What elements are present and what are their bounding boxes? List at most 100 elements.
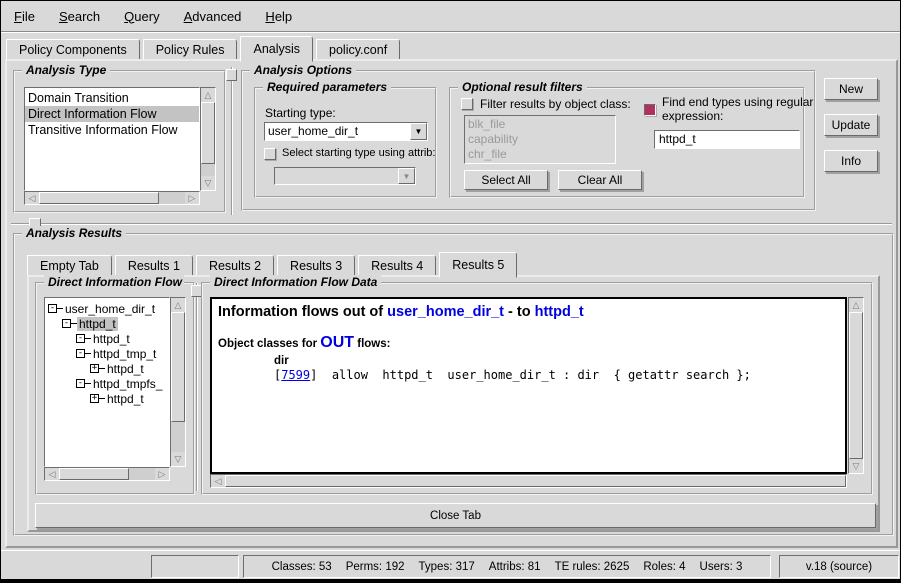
status-stat-classes: Classes: 53: [272, 561, 332, 573]
scroll-down-icon[interactable]: ▽: [849, 459, 863, 473]
flow-data-text[interactable]: Information flows out of user_home_dir_t…: [210, 297, 847, 474]
chevron-down-icon[interactable]: ▼: [410, 123, 427, 140]
pane-sash-horizontal[interactable]: [11, 223, 892, 225]
tab-policy-components[interactable]: Policy Components: [6, 39, 140, 60]
status-bar: Classes: 53Perms: 192Types: 317Attribs: …: [1, 550, 901, 580]
status-stat-te-rules: TE rules: 2625: [555, 561, 630, 573]
menu-query[interactable]: Query: [124, 9, 159, 24]
new-button[interactable]: New: [824, 78, 878, 100]
regex-input[interactable]: httpd_t: [654, 130, 800, 149]
select-all-button[interactable]: Select All: [464, 170, 548, 190]
collapse-icon[interactable]: -: [62, 319, 71, 328]
analysis-type-list[interactable]: Domain TransitionDirect Information Flow…: [24, 87, 200, 191]
collapse-icon[interactable]: -: [76, 334, 85, 343]
attrib-combobox: ▼: [274, 167, 416, 185]
menu-help[interactable]: Help: [265, 9, 292, 24]
collapse-icon[interactable]: -: [48, 304, 57, 313]
collapse-icon[interactable]: -: [76, 349, 85, 358]
pane-sash-vertical[interactable]: [231, 67, 233, 215]
scroll-right-icon[interactable]: ▷: [185, 192, 199, 204]
tree-node-httpd-tmpfs-[interactable]: -httpd_tmpfs_: [45, 376, 169, 391]
filter-by-class-checkbox[interactable]: [461, 98, 473, 110]
optional-result-filters-group: Optional result filters Filter results b…: [449, 87, 805, 198]
analysis-type-hscrollbar[interactable]: ◁ ▷: [24, 191, 200, 205]
attrib-checkbox-label: Select starting type using attrib:: [282, 147, 435, 159]
scroll-left-icon[interactable]: ◁: [211, 475, 225, 487]
results-tab-results-4[interactable]: Results 4: [358, 255, 436, 276]
rule-line: [7599] allow httpd_t user_home_dir_t : d…: [274, 368, 839, 382]
starting-type-label: Starting type:: [265, 106, 336, 120]
tree-node-httpd-t[interactable]: +httpd_t: [45, 391, 169, 406]
analysis-options-title: Analysis Options: [250, 63, 356, 77]
tab-analysis[interactable]: Analysis: [240, 36, 313, 62]
results-sash-vertical[interactable]: [196, 283, 198, 491]
status-stat-roles: Roles: 4: [643, 561, 685, 573]
scroll-up-icon[interactable]: △: [849, 298, 863, 312]
scroll-thumb[interactable]: [171, 312, 185, 422]
scroll-thumb[interactable]: [225, 475, 846, 487]
scroll-up-icon[interactable]: △: [171, 298, 185, 312]
tree-node-label: httpd_tmpfs_: [91, 377, 164, 391]
analysis-type-vscrollbar[interactable]: △ ▽: [200, 87, 216, 191]
results-tab-empty-tab[interactable]: Empty Tab: [27, 255, 112, 276]
rule-number-link[interactable]: 7599: [281, 368, 310, 382]
analysis-results-group: Analysis Results Empty TabResults 1Resul…: [13, 233, 894, 536]
expand-icon[interactable]: +: [90, 364, 99, 373]
tree-hscrollbar[interactable]: ◁ ▷: [44, 467, 170, 481]
flow-tree-title: Direct Information Flow T: [44, 275, 184, 289]
scroll-thumb[interactable]: [39, 192, 159, 204]
flow-tree[interactable]: -user_home_dir_t-httpd_t-httpd_t-httpd_t…: [44, 297, 170, 467]
attrib-checkbox[interactable]: [264, 148, 276, 160]
analysis-type-item-transitive-information-flow[interactable]: Transitive Information Flow: [25, 122, 199, 138]
analysis-type-item-direct-information-flow[interactable]: Direct Information Flow: [25, 106, 199, 122]
scroll-up-icon[interactable]: △: [201, 88, 215, 102]
regex-checkbox[interactable]: [644, 104, 656, 116]
tree-node-httpd-t[interactable]: -httpd_t: [45, 331, 169, 346]
tab-policy-rules[interactable]: Policy Rules: [143, 39, 238, 60]
close-tab-button[interactable]: Close Tab: [35, 503, 876, 528]
menu-search[interactable]: Search: [59, 9, 100, 24]
object-class-list: blk_filecapabilitychr_file: [464, 115, 616, 164]
main-tab-bar: Policy ComponentsPolicy RulesAnalysispol…: [6, 36, 403, 60]
tree-node-httpd-t[interactable]: -httpd_t: [45, 316, 169, 331]
collapse-icon[interactable]: -: [76, 379, 85, 388]
status-stat-attribs: Attribs: 81: [489, 561, 541, 573]
menu-advanced[interactable]: Advanced: [184, 9, 242, 24]
tree-node-httpd-t[interactable]: +httpd_t: [45, 361, 169, 376]
data-vscrollbar[interactable]: △ ▽: [848, 297, 864, 474]
scroll-thumb[interactable]: [201, 102, 215, 164]
regex-checkbox-label: Find end types using regular expression:: [662, 95, 813, 123]
analysis-tab-panel: Analysis Type Domain TransitionDirect In…: [5, 59, 898, 548]
info-button[interactable]: Info: [824, 150, 878, 172]
chevron-down-icon: ▼: [398, 168, 415, 184]
analysis-type-group: Analysis Type Domain TransitionDirect In…: [13, 70, 226, 213]
results-tab-results-2[interactable]: Results 2: [196, 255, 274, 276]
scroll-right-icon[interactable]: ▷: [155, 468, 169, 480]
tree-node-label: httpd_t: [91, 332, 132, 346]
data-hscrollbar[interactable]: ◁: [210, 474, 847, 488]
results-tab-results-1[interactable]: Results 1: [115, 255, 193, 276]
tree-node-label: user_home_dir_t: [63, 302, 157, 316]
tree-node-httpd-tmp-t[interactable]: -httpd_tmp_t: [45, 346, 169, 361]
update-button[interactable]: Update: [824, 114, 878, 136]
status-stat-perms: Perms: 192: [346, 561, 405, 573]
scroll-down-icon[interactable]: ▽: [201, 176, 215, 190]
clear-all-button[interactable]: Clear All: [558, 170, 642, 190]
flow-tree-group: Direct Information Flow T -user_home_dir…: [35, 282, 195, 495]
menu-file[interactable]: File: [14, 9, 35, 24]
scroll-down-icon[interactable]: ▽: [171, 452, 185, 466]
results-tab-results-5[interactable]: Results 5: [439, 252, 517, 278]
tree-vscrollbar[interactable]: △ ▽: [170, 297, 186, 467]
tree-node-user-home-dir-t[interactable]: -user_home_dir_t: [45, 301, 169, 316]
sash-handle[interactable]: [226, 69, 237, 81]
analysis-type-item-domain-transition[interactable]: Domain Transition: [25, 90, 199, 106]
expand-icon[interactable]: +: [90, 394, 99, 403]
tree-node-label: httpd_tmp_t: [91, 347, 158, 361]
scroll-left-icon[interactable]: ◁: [45, 468, 59, 480]
starting-type-combobox[interactable]: user_home_dir_t ▼: [264, 122, 428, 141]
scroll-thumb[interactable]: [849, 312, 863, 459]
scroll-thumb[interactable]: [59, 468, 129, 480]
results-tab-results-3[interactable]: Results 3: [277, 255, 355, 276]
tab-policy-conf[interactable]: policy.conf: [316, 39, 400, 60]
scroll-left-icon[interactable]: ◁: [25, 192, 39, 204]
